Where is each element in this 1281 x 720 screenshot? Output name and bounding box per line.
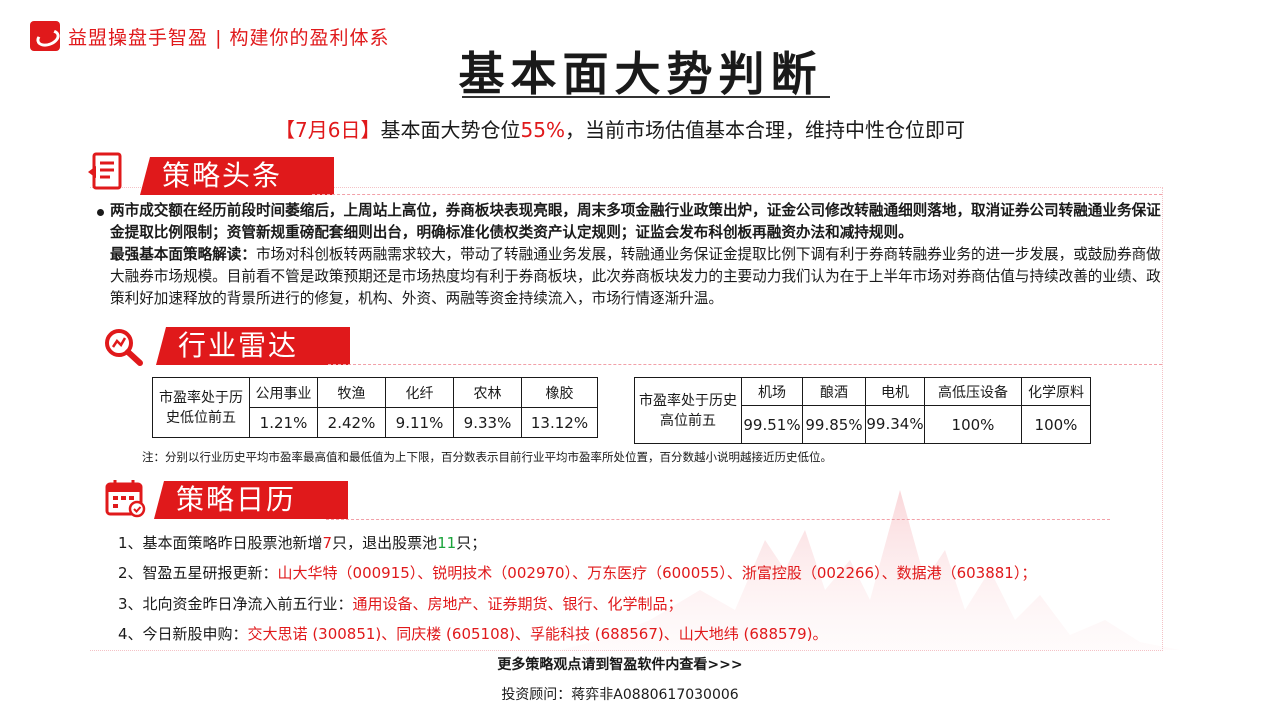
section-header-strategy: 策略头条 [140,157,334,195]
stock-pool-removed: 11 [437,534,457,552]
headline-date: 【7月6日】 [275,118,381,142]
advisor-info: 投资顾问：蒋弈非A0880617030006 [501,687,739,703]
position-percent: 55% [520,118,565,142]
headline: 【7月6日】基本面大势仓位55%，当前市场估值基本合理，维持中性仓位即可 [0,114,1240,143]
title-underline [462,96,830,98]
headline-prefix: 基本面大势仓位 [380,118,521,142]
more-views-link[interactable]: 更多策略观点请到智盈软件内查看>>> [0,654,1240,674]
pe-percentile: 99.34% [865,405,925,444]
industry-name: 橡胶 [521,377,598,408]
pe-percentile: 100% [924,405,1022,444]
calendar-item-4: 4、今日新股申购：交大思诺 (300851)、同庆楼 (605108)、孚能科技… [118,623,827,644]
pe-percentile: 9.33% [453,407,522,438]
research-report-stocks: 山大华特（000915）、锐明技术（002970）、万东医疗（600055）、浙… [277,564,1037,582]
pe-high-label: 市盈率处于历史高位前五 [634,377,742,444]
item-text: 4、今日新股申购： [118,625,248,643]
item-text: 2、智盈五星研报更新： [118,564,278,582]
pe-percentile: 100% [1021,405,1091,444]
pe-percentile: 9.11% [385,407,454,438]
headline-suffix: ，当前市场估值基本合理，维持中性仓位即可 [564,118,965,142]
magnifier-icon [105,329,143,366]
industry-name: 高低压设备 [924,377,1022,406]
calendar-item-2: 2、智盈五星研报更新：山大华特（000915）、锐明技术（002970）、万东医… [118,562,1036,583]
pe-percentile: 99.51% [741,405,803,444]
industry-name: 电机 [865,377,925,406]
divider [312,194,1162,195]
industry-name: 农林 [453,377,522,408]
industry-name: 机场 [741,377,803,406]
industry-name: 公用事业 [249,377,318,408]
industry-name: 酿酒 [802,377,866,406]
northbound-industries: 通用设备、房地产、证券期货、银行、化学制品； [352,595,683,613]
page-title: 基本面大势判断 [458,47,823,101]
stock-pool-added: 7 [322,534,333,552]
item-text: 1、基本面策略昨日股票池新增 [118,534,323,552]
pe-percentile: 2.42% [317,407,386,438]
calendar-item-3: 3、北向资金昨日净流入前五行业：通用设备、房地产、证券期货、银行、化学制品； [118,593,683,614]
divider [328,364,1162,365]
pe-percentile: 1.21% [249,407,318,438]
calendar-icon [105,480,146,518]
item-text: 只； [456,534,487,552]
bullet-dot [97,209,104,216]
industry-name: 牧渔 [317,377,386,408]
strategy-lead: 两市成交额在经历前段时间萎缩后，上周站上高位，券商板块表现亮眼，周末多项金融行业… [110,202,1161,241]
industry-name: 化学原料 [1021,377,1091,406]
pe-low-table: 市盈率处于历史低位前五 公用事业 牧渔 化纤 农林 橡胶 1.21% 2.42%… [152,377,598,438]
pe-percentile: 13.12% [521,407,598,438]
item-text: 3、北向资金昨日净流入前五行业： [118,595,353,613]
item-text: 只，退出股票池 [332,534,438,552]
strategy-interpretation: 最强基本面策略解读：市场对科创板转两融需求较大，带动了转融通业务发展，转融通业务… [110,244,1170,310]
interpretation-body: 市场对科创板转两融需求较大，带动了转融通业务发展，转融通业务保证金提取比例下调有… [110,246,1161,307]
divider [326,519,1110,520]
industry-name: 化纤 [385,377,454,408]
calendar-item-1: 1、基本面策略昨日股票池新增7只，退出股票池11只； [118,532,486,553]
pe-high-table: 市盈率处于历史高位前五 机场 酿酒 电机 高低压设备 化学原料 99.51% 9… [634,377,1091,444]
radar-note: 注：分别以行业历史平均市盈率最高值和最低值为上下限，百分数表示目前行业平均市盈率… [142,450,832,464]
section-header-radar: 行业雷达 [156,327,350,365]
section-header-calendar: 策略日历 [154,481,348,519]
interpretation-label: 最强基本面策略解读： [110,246,256,263]
ipo-subscriptions: 交大思诺 (300851)、同庆楼 (605108)、孚能科技 (688567)… [247,625,828,643]
pe-percentile: 99.85% [802,405,866,444]
document-icon [88,152,122,190]
pe-low-label: 市盈率处于历史低位前五 [152,377,250,438]
